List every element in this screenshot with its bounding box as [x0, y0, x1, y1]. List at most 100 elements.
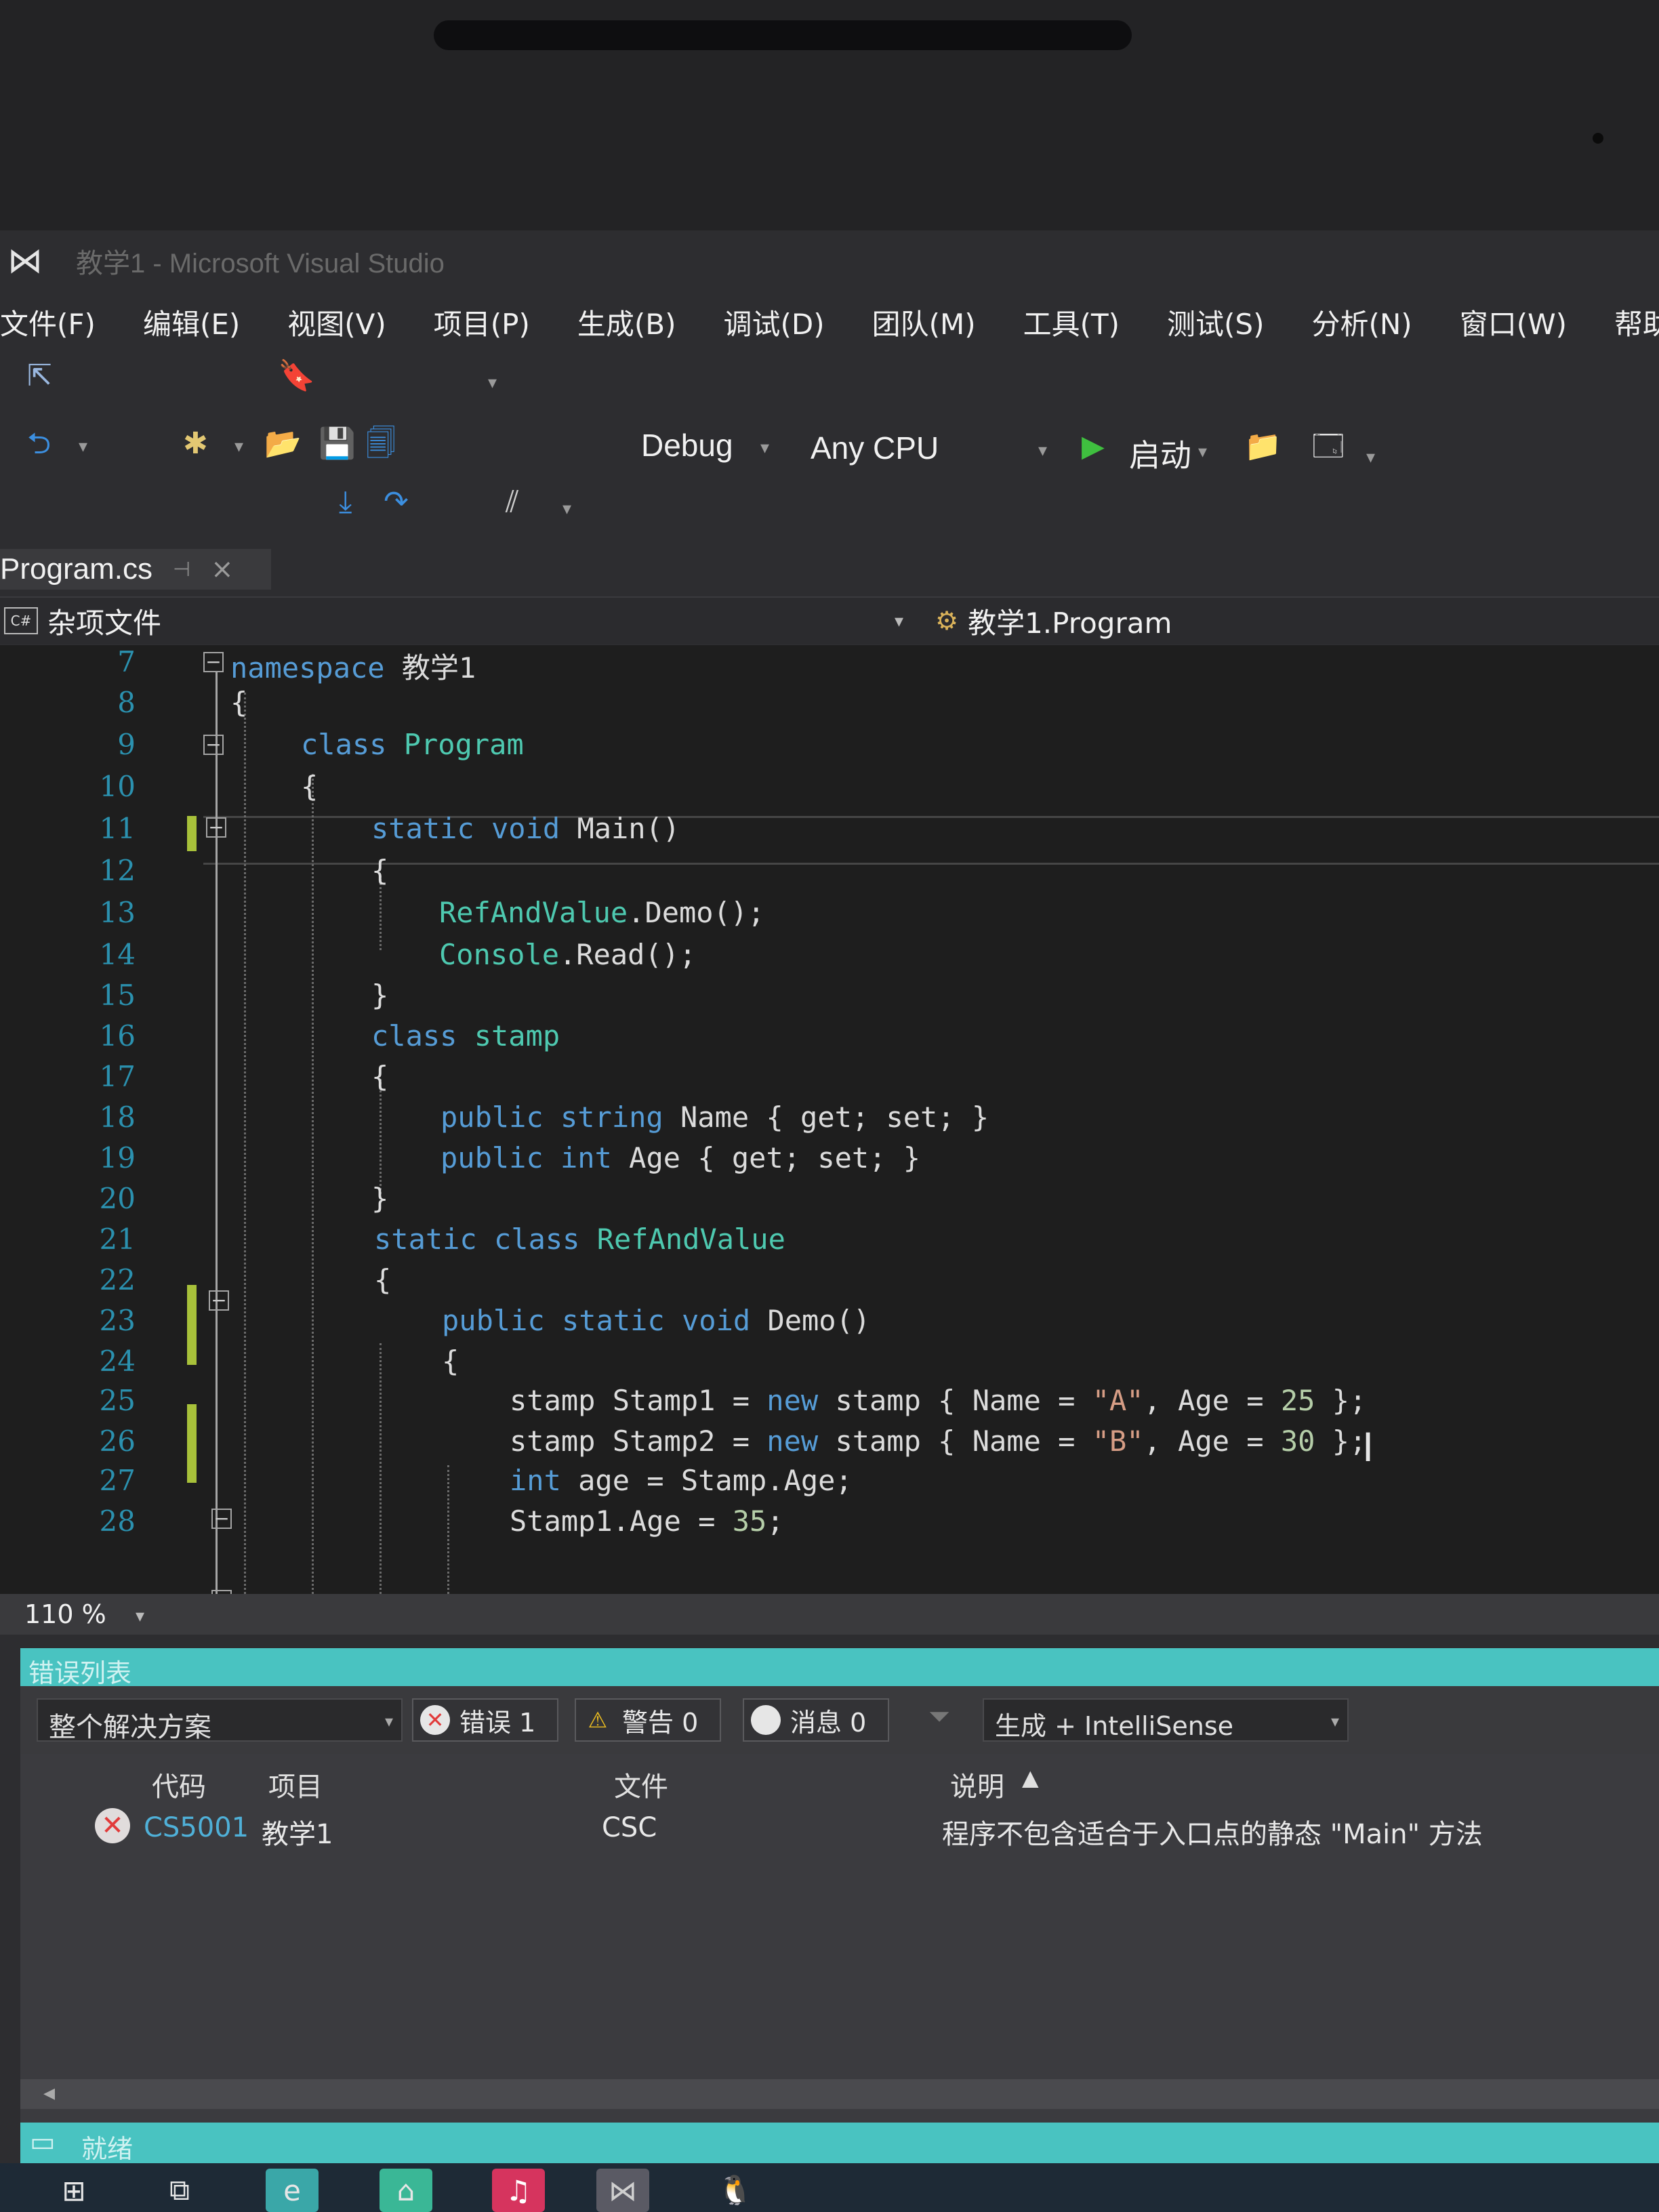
keyword: new — [766, 1384, 819, 1417]
warnings-filter-button[interactable]: ⚠ 警告 0 — [575, 1698, 721, 1742]
menu-project[interactable]: 项目(P) — [434, 302, 530, 343]
error-code-link[interactable]: CS5001 — [144, 1812, 249, 1843]
line-number: 14 — [99, 938, 136, 971]
indent-guide — [380, 1079, 382, 1194]
declaration: stamp Stamp2 = — [510, 1425, 767, 1458]
platform-select[interactable]: Any CPU — [811, 430, 939, 466]
netease-music-icon[interactable]: ♫ — [492, 2169, 545, 2212]
new-dropdown-icon[interactable]: ▾ — [234, 436, 243, 457]
type-name: RefAndValue — [579, 1223, 785, 1256]
new-project-icon[interactable]: ✱ — [183, 427, 208, 461]
close-icon[interactable]: × — [211, 554, 234, 585]
device-window-icon[interactable]: 🗔 — [1312, 430, 1345, 464]
edge-browser-icon[interactable]: e — [266, 2169, 319, 2212]
chevron-down-icon[interactable]: ▾ — [136, 1606, 144, 1626]
error-project: 教学1 — [262, 1819, 333, 1850]
toolbar-overflow-2-icon[interactable]: ▾ — [1366, 447, 1375, 468]
start-button[interactable]: 启动 — [1129, 431, 1191, 476]
pin-icon[interactable]: ⊣ — [173, 558, 190, 581]
menu-build[interactable]: 生成(B) — [577, 302, 676, 343]
outline-line — [216, 672, 218, 1594]
line-number: 17 — [99, 1060, 136, 1093]
statement: Stamp1.Age = — [510, 1504, 733, 1538]
menu-help[interactable]: 帮助(H) — [1614, 302, 1659, 343]
menu-test[interactable]: 测试(S) — [1167, 302, 1264, 343]
messages-filter-button[interactable]: 消息 0 — [743, 1698, 889, 1742]
back-icon[interactable]: ⮌ — [27, 427, 51, 461]
code-line-10: { — [301, 770, 319, 803]
keyword: static class — [374, 1223, 580, 1256]
column-header-code[interactable]: 代码 — [152, 1765, 206, 1804]
project-scope-dropdown[interactable]: C# 杂项文件 ▾ — [0, 598, 922, 644]
identifier: 教学1 — [384, 651, 476, 684]
code-line-9: class Program — [301, 728, 524, 761]
collapse-icon[interactable]: − — [211, 1509, 232, 1529]
title-bar: ⋈ 教学1 - Microsoft Visual Studio — [0, 230, 1659, 291]
type-dropdown[interactable]: ⚙ 教学1.Program — [935, 598, 1172, 644]
code-line-17: { — [371, 1060, 389, 1093]
zoom-level[interactable]: 110 % — [24, 1599, 106, 1629]
menu-tools[interactable]: 工具(T) — [1023, 302, 1120, 343]
code-line-28: Stamp1.Age = 35; — [510, 1504, 784, 1538]
code-line-7: namespace 教学1 — [230, 645, 476, 687]
code-editor[interactable]: 7 8 9 10 11 12 13 14 15 16 17 18 19 20 2… — [0, 645, 1659, 1594]
terminator: ; — [766, 1504, 784, 1538]
line-number: 13 — [99, 896, 136, 929]
comment-out-icon[interactable]: ⫽ — [506, 485, 519, 519]
config-dropdown-icon[interactable]: ▾ — [760, 438, 769, 458]
menu-analyze[interactable]: 分析(N) — [1311, 302, 1412, 343]
menu-file[interactable]: 文件(F) — [0, 302, 96, 343]
errors-filter-button[interactable]: ✕ 错误 1 — [412, 1698, 558, 1742]
code-line-14: Console.Read(); — [439, 938, 696, 971]
store-app-icon[interactable]: ⌂ — [380, 2169, 432, 2212]
step-indent-icon[interactable]: ⇱ — [27, 359, 52, 393]
platform-dropdown-icon[interactable]: ▾ — [1038, 441, 1047, 461]
code-line-26: stamp Stamp2 = new stamp { Name = "B", A… — [510, 1425, 1366, 1458]
code-line-21: static class RefAndValue — [374, 1223, 785, 1256]
config-select[interactable]: Debug — [641, 427, 733, 464]
line-number: 20 — [99, 1182, 136, 1215]
filter-funnel-icon[interactable]: ⏷ — [928, 1701, 950, 1732]
windows-start-icon[interactable]: ⊞ — [47, 2169, 100, 2212]
collapse-icon[interactable]: − — [209, 1290, 229, 1311]
back-dropdown-icon[interactable]: ▾ — [79, 436, 87, 457]
toolbar-overflow-3-icon[interactable]: ▾ — [562, 499, 571, 519]
find-in-files-icon[interactable]: 📁 — [1244, 430, 1282, 464]
error-scope-dropdown[interactable]: 整个解决方案 ▾ — [37, 1698, 403, 1743]
build-intellisense-dropdown[interactable]: 生成 + IntelliSense ▾ — [983, 1698, 1349, 1742]
chevron-down-icon: ▾ — [1330, 1712, 1339, 1731]
collapse-icon[interactable]: − — [203, 735, 224, 755]
bookmark-icon[interactable]: 🔖 — [278, 359, 315, 393]
column-header-description[interactable]: 说明 — [950, 1765, 1004, 1804]
step-over-icon[interactable]: ↷ — [384, 485, 409, 519]
start-play-icon[interactable]: ▶ — [1082, 430, 1105, 464]
keyword: new — [766, 1425, 819, 1458]
scroll-left-icon[interactable]: ◂ — [43, 2079, 55, 2106]
tab-label: Program.cs — [0, 552, 152, 586]
menu-window[interactable]: 窗口(W) — [1460, 302, 1567, 343]
collapse-icon[interactable]: − — [203, 652, 224, 672]
menu-view[interactable]: 视图(V) — [287, 302, 386, 343]
toolbar-overflow-icon[interactable]: ▾ — [488, 373, 497, 393]
chevron-down-icon: ▾ — [895, 611, 904, 632]
warnings-filter-label: 警告 0 — [622, 1707, 699, 1738]
menu-debug[interactable]: 调试(D) — [723, 302, 824, 343]
indent-guide — [380, 1343, 382, 1594]
column-header-project[interactable]: 项目 — [268, 1765, 323, 1804]
member-access: .Read(); — [559, 938, 697, 971]
open-folder-icon[interactable]: 📂 — [264, 427, 302, 461]
tab-program-cs[interactable]: Program.cs ⊣ × — [0, 549, 271, 590]
step-into-icon[interactable]: ⤓ — [339, 485, 352, 519]
start-dropdown-icon[interactable]: ▾ — [1198, 442, 1207, 462]
visual-studio-task-icon[interactable]: ⋈ — [596, 2169, 649, 2212]
qq-icon[interactable]: 🐧 — [709, 2169, 762, 2212]
keyword: class — [371, 1019, 457, 1052]
menu-edit[interactable]: 编辑(E) — [143, 302, 240, 343]
save-all-icon[interactable]: 🗐 — [366, 427, 396, 461]
horizontal-scrollbar[interactable]: ◂ — [20, 2079, 1659, 2109]
menu-team[interactable]: 团队(M) — [872, 302, 976, 343]
task-view-icon[interactable]: ⧉ — [153, 2169, 206, 2212]
column-header-file[interactable]: 文件 — [614, 1765, 668, 1804]
save-icon[interactable]: 💾 — [319, 427, 356, 461]
collapse-icon[interactable]: − — [206, 817, 226, 838]
